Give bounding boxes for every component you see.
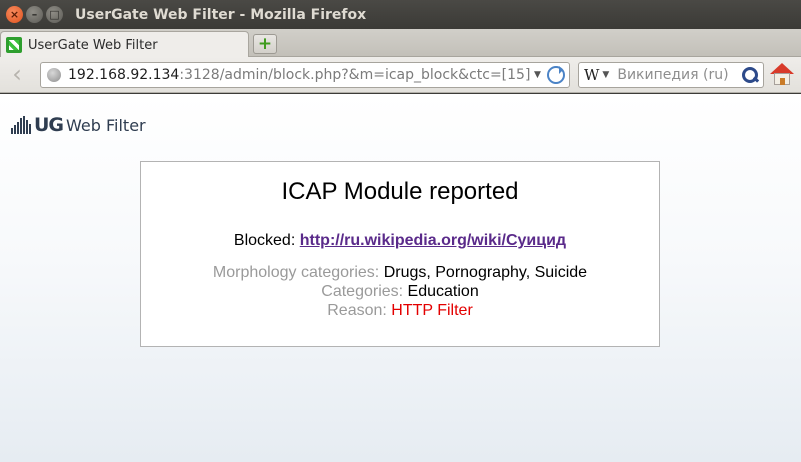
- tab-strip: UserGate Web Filter +: [0, 29, 801, 58]
- logo-product: Web Filter: [66, 115, 146, 135]
- reason-label: Reason:: [327, 302, 387, 319]
- usergate-favicon-icon: [6, 37, 22, 53]
- blocked-url-link[interactable]: http://ru.wikipedia.org/wiki/Суицид: [300, 232, 566, 249]
- page-title: ICAP Module reported: [281, 178, 519, 205]
- reason-row: Reason: HTTP Filter: [141, 301, 659, 320]
- url-bar[interactable]: 192.168.92.134:3128/admin/block.php?&m=i…: [40, 62, 570, 88]
- url-dropdown-icon[interactable]: ▼: [534, 70, 541, 80]
- tab-label: UserGate Web Filter: [28, 37, 158, 53]
- tab-usergate[interactable]: UserGate Web Filter: [0, 31, 249, 58]
- home-icon[interactable]: [769, 63, 795, 87]
- reason-value: HTTP Filter: [391, 302, 473, 319]
- search-bar[interactable]: W ▼ Википедия (ru): [578, 62, 764, 88]
- block-message-card: ICAP Module reported Blocked: http://ru.…: [140, 161, 660, 347]
- search-icon[interactable]: [742, 67, 758, 83]
- blocked-line: Blocked: http://ru.wikipedia.org/wiki/Су…: [141, 232, 659, 250]
- morphology-value: Drugs, Pornography, Suicide: [383, 264, 588, 281]
- window-controls: × – □: [6, 6, 63, 23]
- usergate-logo: UG Web Filter: [11, 114, 146, 136]
- plus-icon: +: [257, 33, 273, 54]
- close-icon[interactable]: ×: [6, 6, 23, 23]
- morphology-row: Morphology categories: Drugs, Pornograph…: [141, 263, 659, 282]
- title-bar: × – □ UserGate Web Filter - Mozilla Fire…: [0, 0, 801, 29]
- globe-icon: [47, 68, 61, 82]
- wikipedia-icon[interactable]: W: [584, 66, 599, 84]
- categories-label: Categories:: [321, 283, 404, 300]
- navigation-bar: ‹ 192.168.92.134:3128/admin/block.php?&m…: [0, 57, 801, 93]
- categories-row: Categories: Education: [141, 282, 659, 301]
- back-arrow-icon[interactable]: ‹: [5, 62, 29, 87]
- logo-brand: UG: [34, 114, 64, 136]
- block-details: Morphology categories: Drugs, Pornograph…: [141, 263, 659, 320]
- url-text[interactable]: 192.168.92.134:3128/admin/block.php?&m=i…: [68, 67, 530, 83]
- new-tab-button[interactable]: +: [253, 34, 277, 54]
- blocked-label: Blocked:: [233, 232, 296, 249]
- url-path: :3128/admin/block.php?&m=icap_block&ctc=…: [179, 67, 530, 83]
- minimize-icon[interactable]: –: [26, 6, 43, 23]
- page-content: UG Web Filter ICAP Module reported Block…: [0, 94, 801, 462]
- search-engine-dropdown-icon[interactable]: ▼: [602, 70, 609, 80]
- morphology-label: Morphology categories:: [212, 264, 380, 281]
- categories-value: Education: [407, 283, 479, 300]
- url-host: 192.168.92.134: [68, 67, 180, 83]
- search-placeholder: Википедия (ru): [617, 67, 729, 83]
- reload-icon[interactable]: [546, 66, 565, 84]
- window-title: UserGate Web Filter - Mozilla Firefox: [75, 6, 367, 23]
- maximize-icon[interactable]: □: [46, 6, 63, 23]
- signal-bars-icon: [11, 116, 31, 134]
